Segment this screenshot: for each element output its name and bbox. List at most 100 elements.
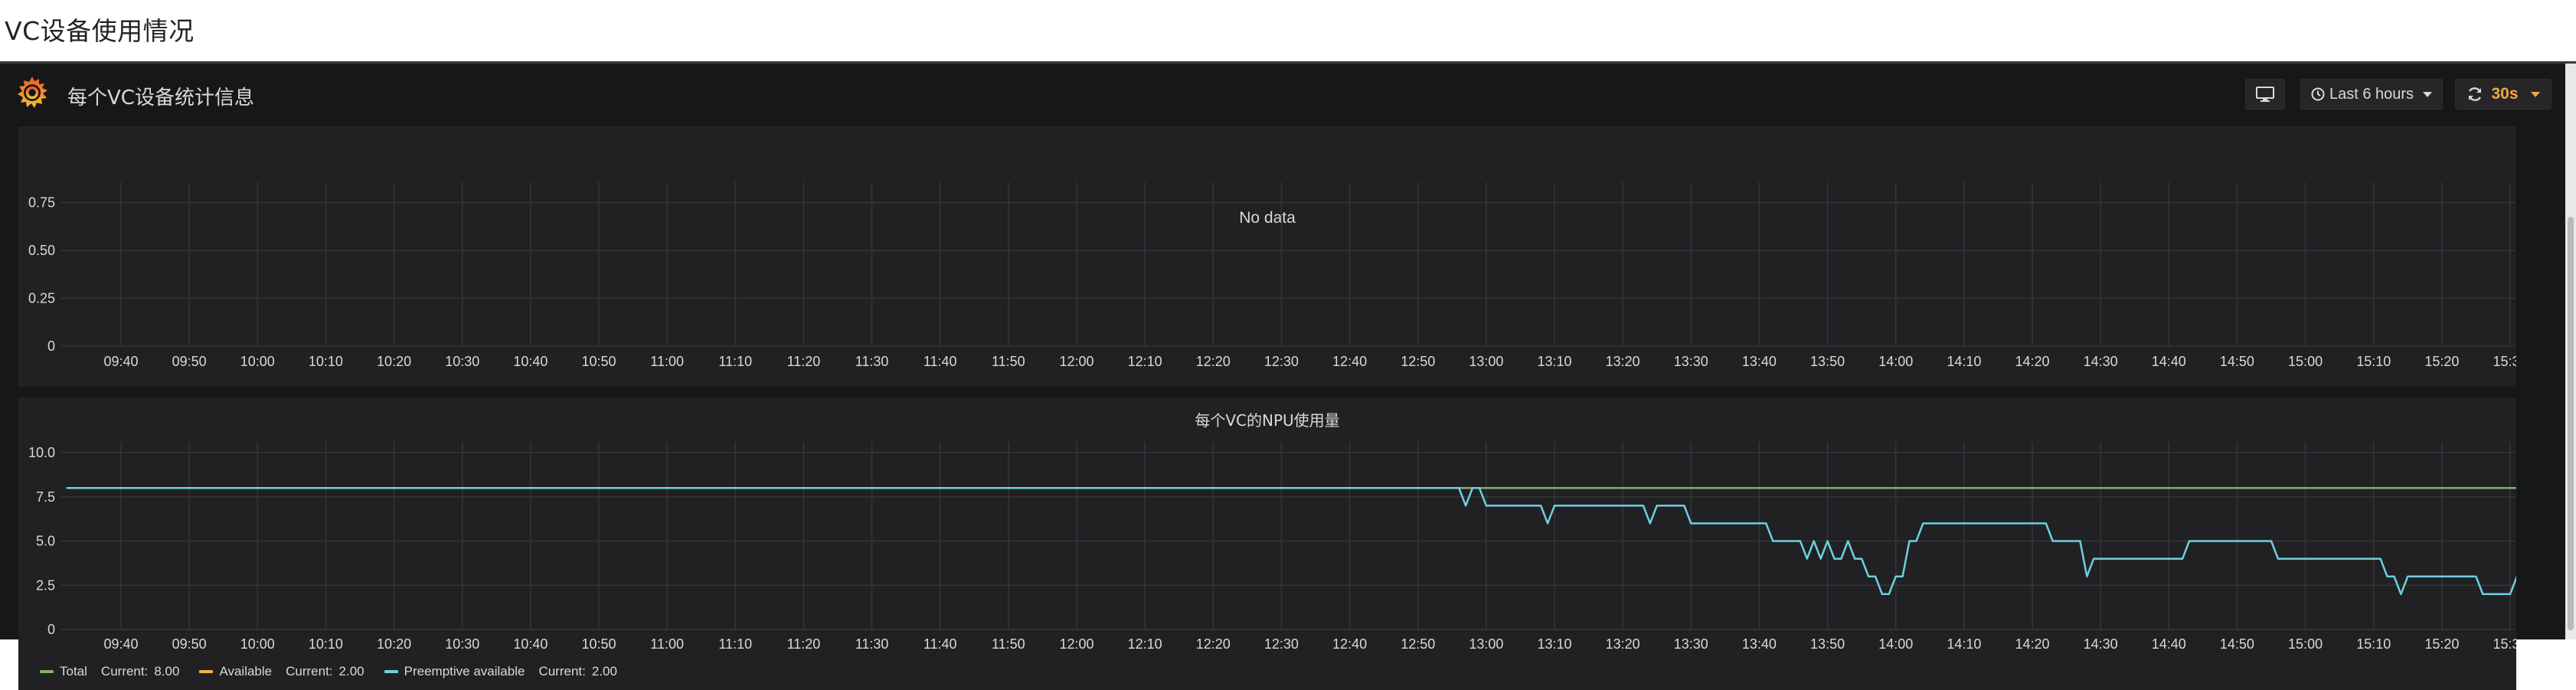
x-tick-label: 12:00: [1059, 354, 1093, 369]
legend-item-available[interactable]: Available Current: 2.00: [199, 664, 364, 679]
x-tick-label: 15:10: [2356, 636, 2391, 652]
x-tick-label: 12:10: [1128, 636, 1162, 652]
x-tick-label: 10:00: [240, 354, 275, 369]
x-tick-label: 09:40: [103, 636, 138, 652]
y-tick-label: 5.0: [36, 534, 55, 549]
x-tick-label: 15:00: [2288, 636, 2323, 652]
refresh-picker-button[interactable]: 30s: [2455, 79, 2551, 110]
x-tick-label: 09:50: [172, 636, 207, 652]
y-tick-label: 0: [47, 622, 55, 637]
x-tick-label: 10:30: [445, 354, 479, 369]
x-tick-label: 13:30: [1674, 354, 1708, 369]
x-tick-label: 10:30: [445, 636, 479, 652]
x-tick-label: 12:30: [1264, 354, 1299, 369]
vc-stats-chart: 09:40 09:50 10:00 10:10 10:20 10:30 10:40 10:50…: [28, 182, 2516, 369]
npu-usage-chart: 09:40 09:50 10:00 10:10 10:20 10:30 10:40 10:50…: [28, 442, 2516, 652]
legend-label: Total: [60, 664, 87, 679]
x-tick-label: 14:30: [2084, 636, 2118, 652]
time-picker-button[interactable]: Last 6 hours: [2300, 79, 2443, 110]
grafana-logo-icon[interactable]: [14, 74, 51, 111]
legend-item-preemptive-available[interactable]: Preemptive available Current: 2.00: [384, 664, 617, 679]
x-tick-label: 14:10: [1947, 636, 1981, 652]
x-tick-label: 14:40: [2152, 354, 2186, 369]
dashboard-title[interactable]: 每个VC设备统计信息: [67, 82, 254, 110]
x-tick-label: 15:30: [2493, 636, 2516, 652]
tv-icon: [2256, 87, 2274, 102]
legend-current-value: 2.00: [591, 664, 617, 679]
caret-down-icon: [2423, 91, 2433, 97]
tv-mode-button[interactable]: [2245, 79, 2285, 110]
x-tick-label: 14:00: [1878, 636, 1913, 652]
x-tick-label: 13:50: [1810, 636, 1845, 652]
x-tick-label: 12:20: [1196, 354, 1231, 369]
y-tick-label: 7.5: [36, 489, 55, 505]
x-tick-label: 15:00: [2288, 354, 2323, 369]
y-tick-label: 2.5: [36, 577, 55, 593]
x-tick-label: 10:20: [377, 354, 411, 369]
x-tick-label: 14:50: [2220, 354, 2254, 369]
x-tick-label: 11:40: [924, 636, 957, 652]
x-tick-label: 12:10: [1128, 354, 1162, 369]
x-tick-label: 13:10: [1537, 636, 1571, 652]
x-tick-label: 11:10: [718, 636, 752, 652]
x-tick-label: 15:20: [2424, 354, 2459, 369]
x-tick-label: 11:50: [992, 354, 1025, 369]
x-tick-label: 13:10: [1537, 354, 1571, 369]
x-tick-label: 11:40: [924, 354, 957, 369]
x-tick-label: 12:40: [1332, 354, 1367, 369]
x-tick-label: 13:20: [1606, 636, 1640, 652]
x-tick-label: 12:40: [1332, 636, 1367, 652]
legend-swatch: [384, 670, 398, 673]
legend-current-label: Current:: [286, 664, 333, 679]
x-tick-label: 15:20: [2424, 636, 2459, 652]
x-tick-label: 13:40: [1742, 636, 1777, 652]
dashboard-area: 每个VC设备统计信息 Last 6 hours 30s No data 09:4…: [0, 61, 2576, 690]
time-range-label: Last 6 hours: [2329, 85, 2414, 103]
panel-vc-stats: No data 09:40 09:50 10:00 10:10 10:20 10:30 10…: [18, 126, 2516, 387]
x-tick-label: 12:50: [1401, 636, 1435, 652]
legend-current-value: 2.00: [338, 664, 364, 679]
x-tick-label: 14:40: [2152, 636, 2186, 652]
x-tick-label: 10:00: [240, 636, 275, 652]
legend-current-label: Current:: [538, 664, 586, 679]
x-tick-label: 09:40: [103, 354, 138, 369]
legend-item-total[interactable]: Total Current: 8.00: [40, 664, 179, 679]
x-tick-label: 13:00: [1469, 636, 1503, 652]
x-tick-label: 15:30: [2493, 354, 2516, 369]
x-tick-label: 10:40: [513, 354, 548, 369]
page-scrollbar[interactable]: [2565, 64, 2576, 639]
x-tick-label: 11:30: [855, 636, 889, 652]
y-tick-label: 0: [47, 338, 55, 354]
clock-icon: [2311, 87, 2325, 101]
x-tick-label: 11:00: [650, 354, 684, 369]
x-tick-label: 10:50: [581, 636, 616, 652]
x-tick-label: 12:50: [1401, 354, 1435, 369]
panel-npu-usage: 每个VC的NPU使用量 09:40 09:50 10:00 10:10 10:20 10:…: [18, 397, 2516, 690]
x-tick-label: 10:10: [309, 354, 343, 369]
refresh-interval-label: 30s: [2491, 85, 2519, 103]
x-tick-label: 13:40: [1742, 354, 1777, 369]
chart-legend: Total Current: 8.00 Available Current: 2…: [40, 664, 617, 679]
legend-label: Available: [219, 664, 273, 679]
y-tick-label: 10.0: [28, 445, 55, 460]
x-tick-label: 15:10: [2356, 354, 2391, 369]
x-tick-label: 12:00: [1059, 636, 1093, 652]
dashboard-navbar: 每个VC设备统计信息 Last 6 hours 30s: [0, 64, 2565, 125]
legend-current-value: 8.00: [154, 664, 180, 679]
refresh-icon[interactable]: [2466, 86, 2483, 103]
x-tick-label: 14:00: [1878, 354, 1913, 369]
x-tick-label: 14:20: [2015, 636, 2049, 652]
x-tick-label: 10:50: [581, 354, 616, 369]
refresh-caret-down-icon: [2530, 91, 2540, 97]
legend-current-label: Current:: [100, 664, 149, 679]
y-tick-label: 0.50: [28, 243, 55, 258]
x-tick-label: 11:20: [787, 636, 821, 652]
x-tick-label: 11:20: [787, 354, 821, 369]
x-tick-label: 12:20: [1196, 636, 1231, 652]
x-tick-label: 09:50: [172, 354, 207, 369]
scrollbar-thumb[interactable]: [2568, 217, 2574, 630]
x-tick-label: 11:50: [992, 636, 1025, 652]
page-title: VC设备使用情况: [5, 16, 195, 46]
x-tick-label: 10:40: [513, 636, 548, 652]
x-tick-label: 11:10: [718, 354, 752, 369]
